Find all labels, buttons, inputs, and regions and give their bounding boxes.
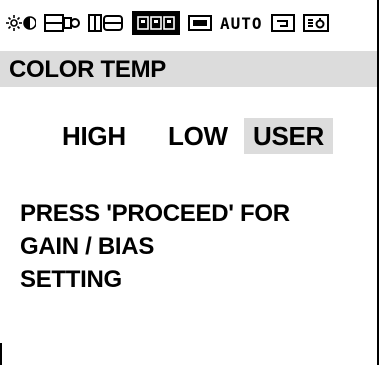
option-user-selected[interactable]: USER — [244, 118, 334, 154]
menu-title: COLOR TEMP — [9, 56, 166, 83]
osd-menu: AUTO COLOR TEMP HIGH LOW USER PRESS 'PRO… — [0, 0, 379, 365]
size-icon[interactable] — [188, 11, 212, 35]
instruction-line-1: PRESS 'PROCEED' FOR — [20, 200, 290, 227]
brightness-contrast-icon[interactable] — [6, 11, 36, 35]
instruction-line-2: GAIN / BIAS — [20, 233, 155, 260]
h-position-icon[interactable] — [44, 11, 80, 35]
recall-icon[interactable] — [270, 11, 295, 35]
color-temp-options: HIGH LOW USER — [0, 114, 377, 154]
option-high[interactable]: HIGH — [62, 118, 126, 154]
menu-title-bar: COLOR TEMP — [0, 51, 377, 87]
auto-icon[interactable]: AUTO — [220, 14, 263, 33]
option-low[interactable]: LOW — [168, 118, 228, 154]
icon-toolbar: AUTO — [6, 3, 372, 43]
frame-border-left — [0, 343, 2, 365]
exit-icon[interactable] — [302, 11, 329, 35]
rgb-icon[interactable] — [132, 11, 180, 35]
instruction-line-3: SETTING — [20, 266, 122, 293]
v-position-icon[interactable] — [88, 11, 124, 35]
